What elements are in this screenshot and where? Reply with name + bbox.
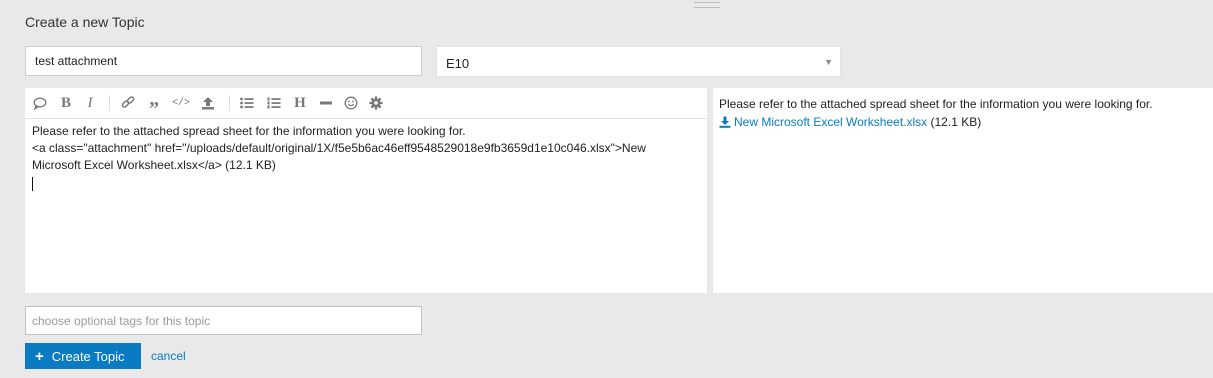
attachment-link[interactable]: New Microsoft Excel Worksheet.xlsx bbox=[719, 115, 927, 129]
download-icon bbox=[719, 116, 731, 128]
editor-line: <a class="attachment" href="/uploads/def… bbox=[32, 141, 646, 155]
editor-panel: B I ” </> H Please refer to the attached… bbox=[25, 88, 707, 293]
create-topic-label: Create Topic bbox=[51, 348, 125, 364]
editor-textarea[interactable]: Please refer to the attached spread shee… bbox=[32, 123, 692, 191]
preview-panel: Please refer to the attached spread shee… bbox=[713, 88, 1213, 293]
editor-line: Please refer to the attached spread shee… bbox=[32, 124, 466, 138]
quote-icon[interactable]: ” bbox=[145, 94, 163, 119]
chevron-down-icon: ▼ bbox=[824, 57, 833, 67]
category-value: E10 bbox=[446, 56, 470, 71]
cancel-link[interactable]: cancel bbox=[151, 349, 186, 363]
tags-input[interactable] bbox=[25, 306, 422, 335]
attachment-line: New Microsoft Excel Worksheet.xlsx (12.1… bbox=[719, 115, 981, 129]
link-icon[interactable] bbox=[119, 94, 137, 112]
create-topic-button[interactable]: + Create Topic bbox=[25, 343, 141, 369]
toolbar-divider bbox=[229, 95, 230, 111]
code-icon[interactable]: </> bbox=[172, 94, 190, 112]
bold-icon[interactable]: B bbox=[57, 94, 75, 112]
upload-icon[interactable] bbox=[199, 94, 217, 112]
attachment-size: (12.1 KB) bbox=[930, 115, 982, 129]
heading-icon[interactable]: H bbox=[291, 94, 309, 112]
resize-grip[interactable] bbox=[694, 2, 720, 8]
speech-bubble-icon[interactable] bbox=[31, 94, 49, 112]
emoji-icon[interactable] bbox=[342, 94, 360, 112]
horizontal-rule-icon[interactable] bbox=[317, 94, 335, 112]
topic-title-input[interactable] bbox=[25, 46, 422, 76]
italic-icon[interactable]: I bbox=[81, 94, 99, 112]
text-caret bbox=[32, 174, 692, 191]
toolbar-divider bbox=[109, 95, 110, 111]
category-select[interactable]: E10 ▼ bbox=[436, 46, 841, 77]
preview-text: Please refer to the attached spread shee… bbox=[719, 97, 1153, 111]
editor-toolbar: B I ” </> H bbox=[25, 88, 707, 119]
editor-line: Microsoft Excel Worksheet.xlsx</a> (12.1… bbox=[32, 158, 276, 172]
page-title: Create a new Topic bbox=[25, 14, 145, 30]
attachment-name: New Microsoft Excel Worksheet.xlsx bbox=[734, 115, 928, 129]
gear-icon[interactable] bbox=[367, 94, 385, 112]
bullet-list-icon[interactable] bbox=[238, 94, 256, 112]
numbered-list-icon[interactable] bbox=[265, 94, 283, 112]
plus-icon: + bbox=[35, 347, 44, 365]
